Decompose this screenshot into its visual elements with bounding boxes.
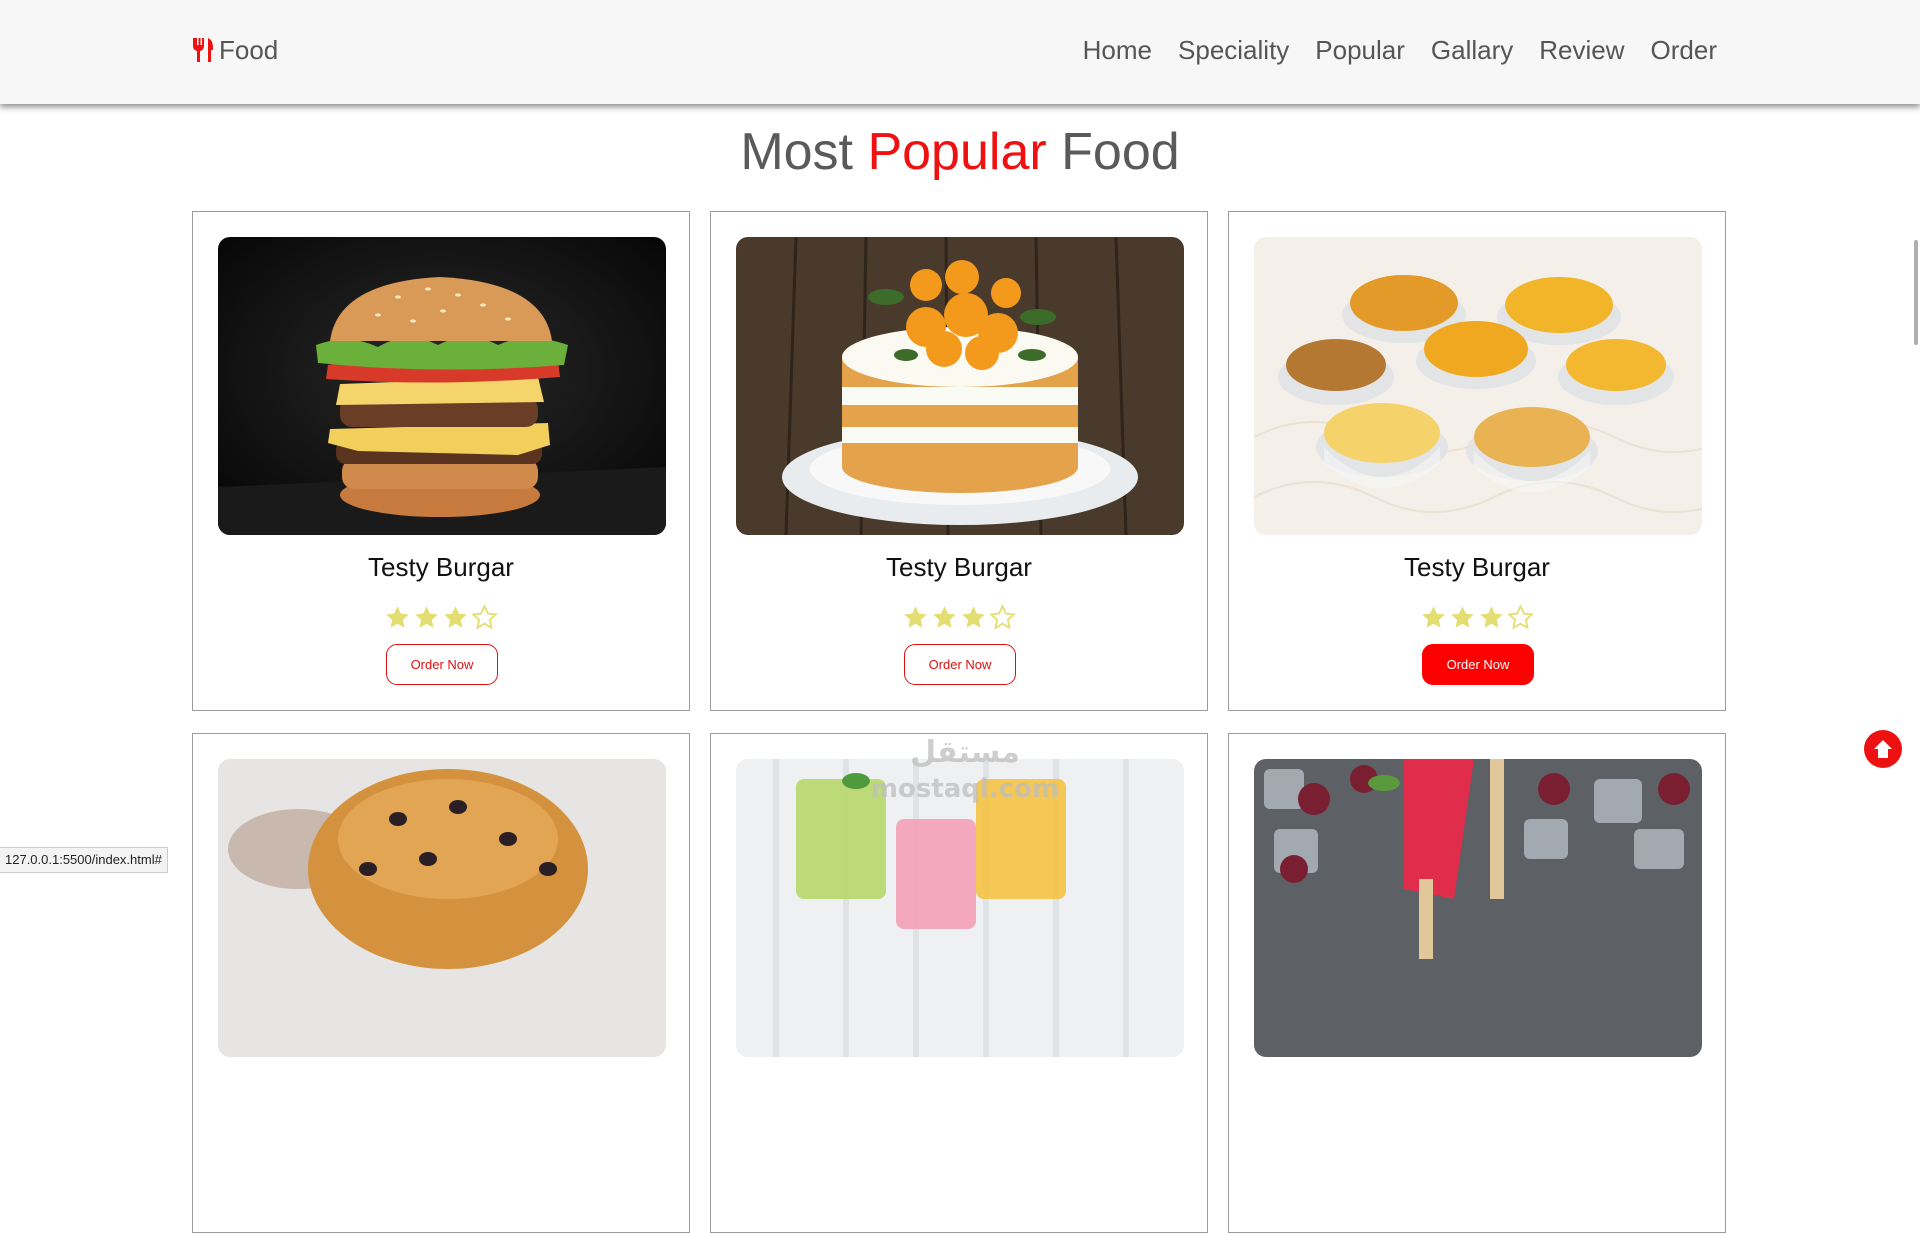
food-card: Testy Burgar Order Now <box>192 211 690 711</box>
star-empty-icon <box>471 604 498 630</box>
food-image-burger <box>218 237 666 535</box>
utensils-icon <box>193 38 213 62</box>
watermark-line-2: mostaql.com <box>870 774 1060 804</box>
nav-link-popular[interactable]: Popular <box>1315 35 1405 66</box>
star-rating <box>711 604 1207 631</box>
section-heading: Most Popular Food <box>0 118 1920 186</box>
order-now-button[interactable]: Order Now <box>1422 644 1534 685</box>
nav-link-home[interactable]: Home <box>1083 35 1152 66</box>
nav-menu: Home Speciality Popular Gallary Review O… <box>1083 33 1717 67</box>
navbar: Food Home Speciality Popular Gallary Rev… <box>0 0 1920 104</box>
heading-accent-word: Popular <box>867 123 1047 181</box>
star-filled-icon <box>386 606 409 628</box>
food-title: Testy Burgar <box>368 552 514 582</box>
star-empty-icon <box>989 604 1016 630</box>
food-image-orange-cake <box>736 237 1184 535</box>
star-filled-icon <box>415 606 438 628</box>
food-card: Testy Burgar Order Now <box>710 211 1208 711</box>
food-card: Testy Burgar Order Now <box>1228 211 1726 711</box>
order-now-button[interactable]: Order Now <box>386 644 498 685</box>
nav-link-review[interactable]: Review <box>1539 35 1624 66</box>
star-filled-icon <box>1480 606 1503 628</box>
food-card <box>1228 733 1726 1233</box>
food-image-ice-pops-berries <box>1254 759 1702 1057</box>
nav-link-order[interactable]: Order <box>1651 35 1717 66</box>
watermark-line-1: مستقل <box>910 735 1020 770</box>
food-title: Testy Burgar <box>1404 552 1550 582</box>
food-image-snacks-bowls <box>1254 237 1702 535</box>
status-bar-url: 127.0.0.1:5500/index.html# <box>0 847 168 873</box>
star-filled-icon <box>1422 606 1445 628</box>
food-image-muffin <box>218 759 666 1057</box>
brand-logo[interactable]: Food <box>191 33 278 67</box>
star-rating <box>1229 604 1725 631</box>
food-title: Testy Burgar <box>886 552 1032 582</box>
scroll-to-top-button[interactable] <box>1864 730 1902 768</box>
star-filled-icon <box>904 606 927 628</box>
nav-link-gallary[interactable]: Gallary <box>1431 35 1513 66</box>
heading-word-1: Most <box>740 123 853 181</box>
heading-word-3: Food <box>1061 123 1180 181</box>
star-filled-icon <box>444 606 467 628</box>
star-filled-icon <box>933 606 956 628</box>
watermark: مستقل mostaql.com <box>840 735 1090 807</box>
arrow-up-icon <box>1874 740 1892 758</box>
nav-link-speciality[interactable]: Speciality <box>1178 35 1289 66</box>
star-filled-icon <box>1451 606 1474 628</box>
star-rating <box>193 604 689 631</box>
order-now-button[interactable]: Order Now <box>904 644 1016 685</box>
star-empty-icon <box>1507 604 1534 630</box>
brand-name: Food <box>219 34 279 65</box>
scrollbar-thumb[interactable] <box>1914 240 1918 345</box>
star-filled-icon <box>962 606 985 628</box>
food-card <box>192 733 690 1233</box>
food-card <box>710 733 1208 1233</box>
